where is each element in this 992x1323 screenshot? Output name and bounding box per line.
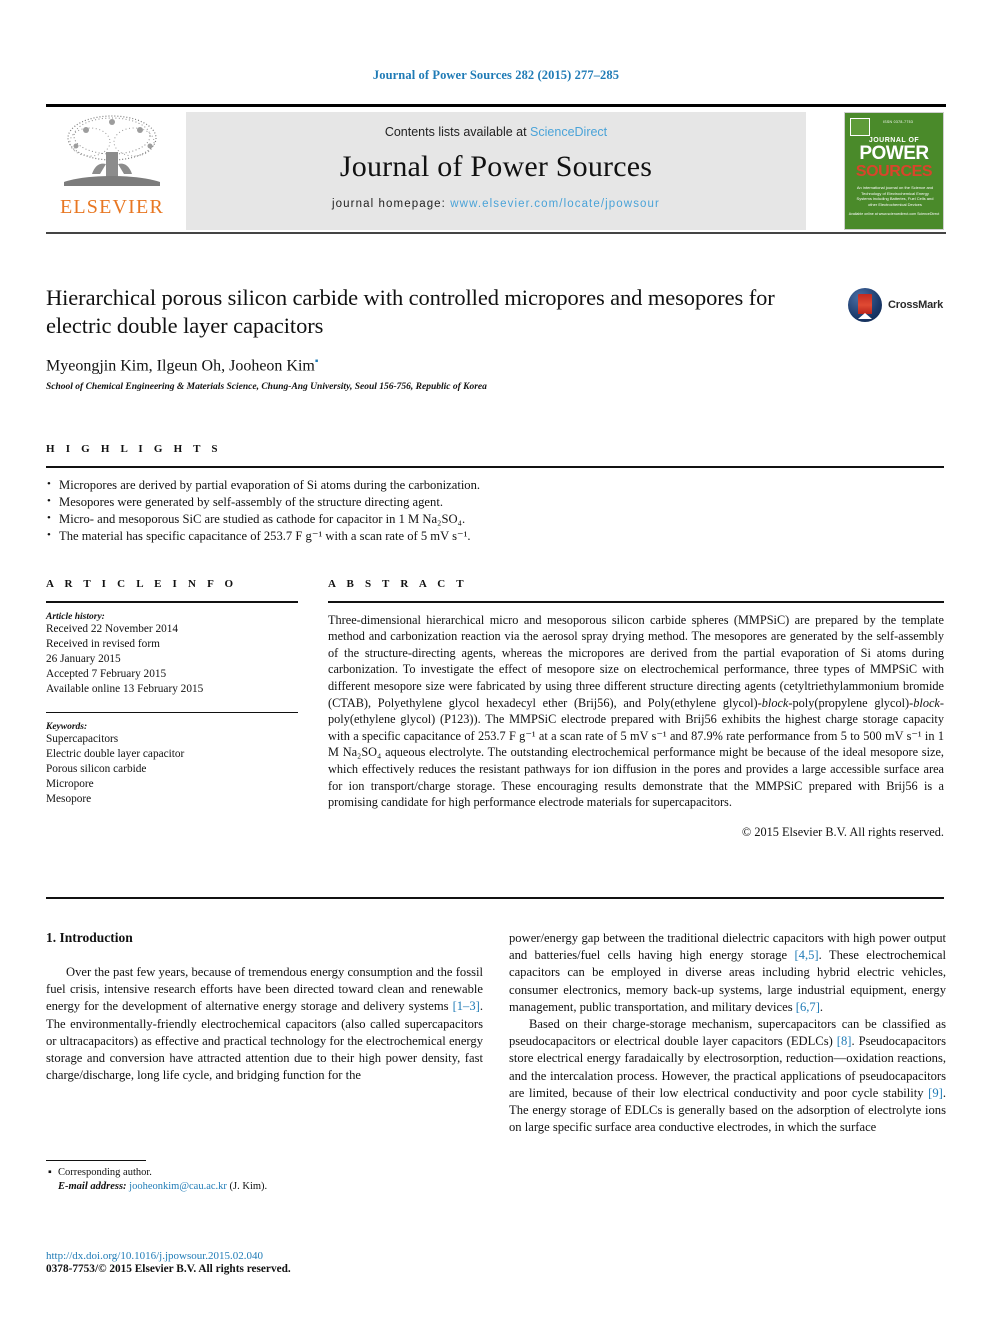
citation-ref[interactable]: [4,5]: [794, 948, 818, 962]
email-suffix: (J. Kim).: [229, 1181, 268, 1192]
highlights-list: Micropores are derived by partial evapor…: [46, 468, 944, 545]
cover-subtitle: An international journal on the Science …: [856, 185, 934, 207]
introduction-paragraph: Based on their charge-storage mechanism,…: [509, 1017, 946, 1135]
article-history-item: Received in revised form: [46, 637, 160, 650]
body-separator-rule: [46, 897, 944, 899]
masthead-bottom-rule: [46, 232, 946, 234]
citation-ref[interactable]: [9]: [928, 1086, 943, 1100]
crossmark-label: CrossMark: [888, 299, 944, 311]
body-column-left: 1. Introduction Over the past few years,…: [46, 930, 483, 1084]
introduction-heading: 1. Introduction: [46, 930, 133, 945]
paper-page: Journal of Power Sources 282 (2015) 277–…: [0, 0, 992, 1323]
highlight-item: Mesopores were generated by self-assembl…: [46, 493, 944, 511]
journal-cover-thumbnail: ISSN 0378-7753 JOURNAL OF POWER SOURCES …: [844, 112, 944, 230]
footnote-rule: [46, 1160, 146, 1161]
masthead-center-band: Contents lists available at ScienceDirec…: [186, 112, 806, 230]
keyword-item: Mesopore: [46, 793, 92, 806]
email-note: E-mail address: jooheonkim@cau.ac.kr (J.…: [46, 1180, 483, 1194]
keywords-rule: [46, 711, 298, 714]
abstract-rule: [328, 601, 944, 603]
citation-ref[interactable]: [8]: [837, 1034, 852, 1048]
introduction-paragraph: power/energy gap between the traditional…: [509, 931, 946, 1014]
keyword-item: Supercapacitors: [46, 733, 119, 746]
abstract-text: Three-dimensional hierarchical micro and…: [328, 612, 944, 810]
elsevier-tree-icon: [56, 112, 168, 198]
masthead-top-rule: [46, 104, 946, 107]
cover-line-power: POWER: [859, 143, 929, 164]
highlights-label: H I G H L I G H T S: [46, 443, 222, 455]
corresponding-author-note: ▪ Corresponding author.: [46, 1166, 483, 1180]
email-label: E-mail address:: [58, 1181, 127, 1192]
title-block: Hierarchical porous silicon carbide with…: [46, 284, 836, 392]
crossmark-badge[interactable]: CrossMark: [848, 288, 944, 328]
article-info-label: A R T I C L E I N F O: [46, 578, 238, 590]
crossmark-book-shape: [858, 294, 872, 319]
article-history-item: 26 January 2015: [46, 652, 121, 665]
cover-line-sources: SOURCES: [855, 163, 933, 180]
keyword-item: Porous silicon carbide: [46, 763, 147, 776]
abstract-copyright: © 2015 Elsevier B.V. All rights reserved…: [741, 824, 944, 839]
issn-copyright: 0378-7753/© 2015 Elsevier B.V. All right…: [46, 1263, 291, 1275]
author-names: Myeongjin Kim, Ilgeun Oh, Jooheon Kim: [46, 357, 315, 375]
introduction-paragraph: Over the past few years, because of trem…: [46, 965, 483, 1083]
citation-ref[interactable]: [1–3]: [453, 999, 480, 1013]
author-list: Myeongjin Kim, Ilgeun Oh, Jooheon Kim▪: [46, 356, 836, 375]
footer-block: http://dx.doi.org/10.1016/j.jpowsour.201…: [46, 1250, 483, 1275]
article-info-section: A R T I C L E I N F O Article history: R…: [46, 578, 298, 807]
homepage-label: journal homepage:: [332, 198, 451, 210]
highlight-item: Micro- and mesoporous SiC are studied as…: [46, 510, 944, 528]
abstract-section: A B S T R A C T Three-dimensional hierar…: [328, 578, 944, 840]
keyword-item: Micropore: [46, 778, 94, 791]
cover-issn: ISSN 0378-7753: [883, 120, 914, 124]
doi-link[interactable]: http://dx.doi.org/10.1016/j.jpowsour.201…: [46, 1250, 483, 1262]
article-history-item: Accepted 7 February 2015: [46, 667, 167, 680]
article-history-item: Received 22 November 2014: [46, 622, 179, 635]
elsevier-wordmark: ELSEVIER: [59, 196, 165, 218]
sciencedirect-link[interactable]: ScienceDirect: [530, 125, 607, 139]
article-info-rule: [46, 601, 298, 603]
abstract-label: A B S T R A C T: [328, 578, 468, 590]
affiliation: School of Chemical Engineering & Materia…: [46, 382, 487, 393]
asterisk-icon: ▪: [48, 1167, 52, 1178]
body-column-right: power/energy gap between the traditional…: [509, 930, 946, 1136]
footnote-block: ▪ Corresponding author. E-mail address: j…: [46, 1160, 483, 1194]
highlight-item: The material has specific capacitance of…: [46, 527, 944, 545]
keywords-label: Keywords:: [46, 722, 88, 733]
highlights-section: H I G H L I G H T S Micropores are deriv…: [46, 443, 944, 545]
elsevier-logo: ELSEVIER: [48, 112, 176, 230]
journal-homepage-line: journal homepage: www.elsevier.com/locat…: [186, 198, 806, 210]
journal-masthead: ELSEVIER Contents lists available at Sci…: [46, 104, 946, 234]
homepage-url-link[interactable]: www.elsevier.com/locate/jpowsour: [450, 198, 660, 210]
running-head: Journal of Power Sources 282 (2015) 277–…: [372, 68, 620, 82]
paper-title: Hierarchical porous silicon carbide with…: [46, 285, 775, 338]
corresponding-author-text: Corresponding author.: [58, 1167, 152, 1178]
keyword-item: Electric double layer capacitor: [46, 748, 185, 761]
contents-prefix: Contents lists available at: [384, 125, 531, 139]
email-link[interactable]: jooheonkim@cau.ac.kr: [129, 1181, 227, 1192]
journal-title: Journal of Power Sources: [339, 150, 653, 183]
cover-footer: Available online at www.sciencedirect.co…: [848, 212, 940, 216]
article-history-item: Available online 13 February 2015: [46, 682, 204, 695]
citation-ref[interactable]: [6,7]: [796, 1000, 820, 1014]
corresponding-author-marker: ▪: [314, 356, 319, 367]
contents-line: Contents lists available at ScienceDirec…: [186, 112, 806, 139]
crossmark-icon: [848, 288, 882, 322]
article-history-label: Article history:: [46, 611, 105, 622]
cover-logo-box: [850, 118, 870, 136]
highlight-item: Micropores are derived by partial evapor…: [46, 476, 944, 494]
